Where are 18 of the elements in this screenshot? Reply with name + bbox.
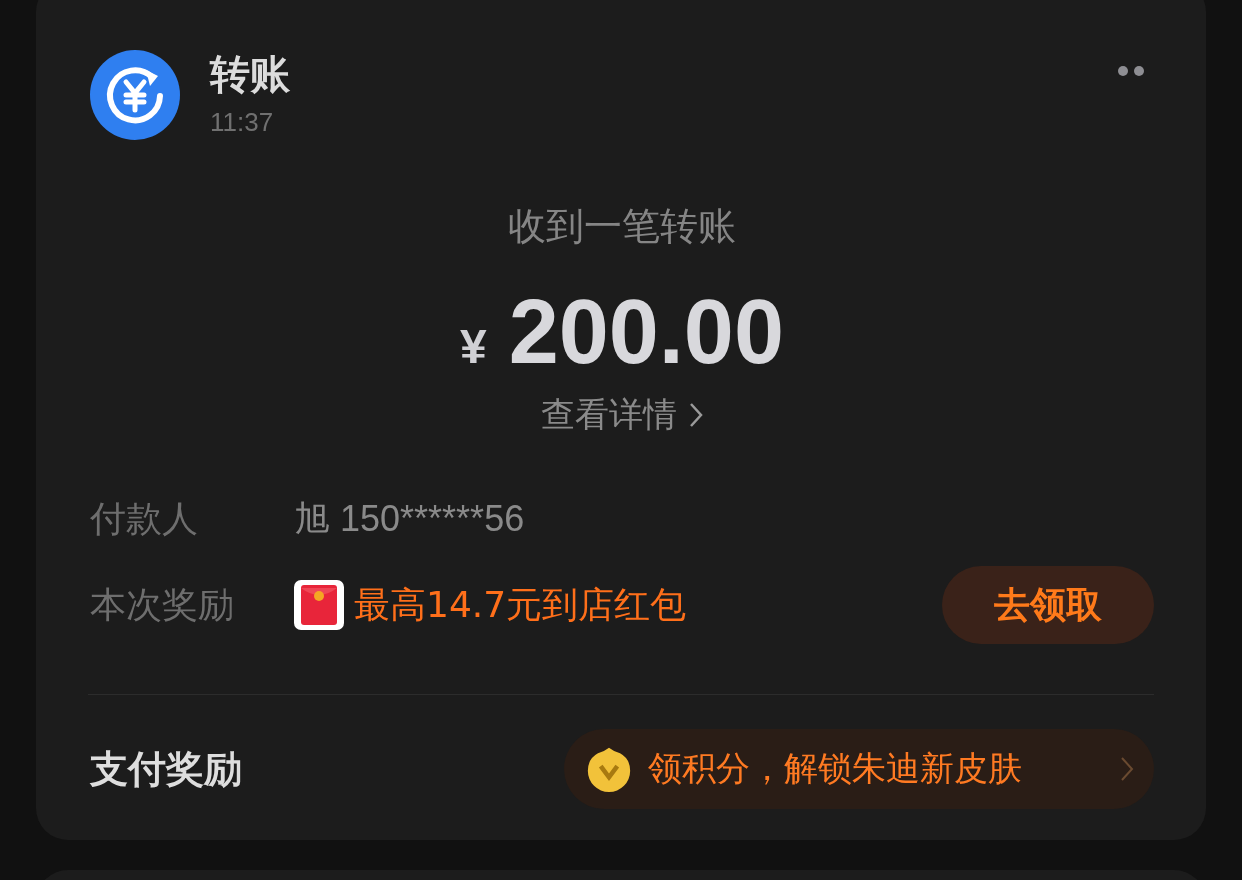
reward-text: 最高14.7元到店红包 [354, 582, 687, 627]
field-label: 付款人 [90, 496, 199, 541]
transfer-icon [90, 50, 180, 140]
chat-title: 转账 [210, 50, 290, 99]
envelope-icon [294, 580, 344, 630]
more-icon[interactable] [1118, 66, 1146, 76]
transfer-heading: 收到一笔转账 [508, 203, 736, 250]
chevron-right-icon [689, 402, 703, 428]
chevron-right-icon [1120, 756, 1134, 782]
claim-button[interactable]: 去领取 [942, 566, 1154, 644]
transfer-amount: 200.00 [508, 282, 784, 382]
section-title: 支付奖励 [90, 745, 242, 793]
field-label: 本次奖励 [90, 582, 235, 627]
message-time: 11:37 [210, 106, 275, 139]
currency-symbol: ¥ [460, 319, 487, 374]
details-link[interactable]: 查看详情 [541, 392, 703, 438]
promo-button[interactable]: 领积分，解锁朱迪新皮肤 [564, 729, 1154, 809]
field-value: 旭 150******56 [294, 496, 525, 541]
